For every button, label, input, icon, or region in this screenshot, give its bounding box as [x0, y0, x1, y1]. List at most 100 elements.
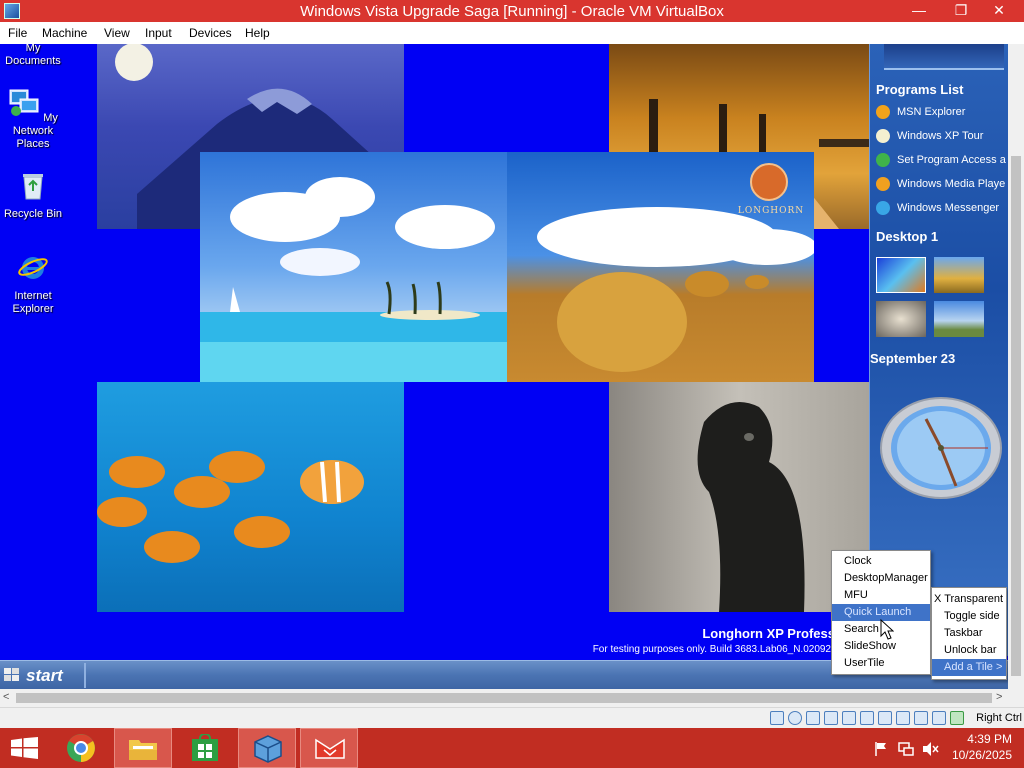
bar-menu-add-a-tile[interactable]: Add a Tile >	[932, 659, 1006, 676]
hard-disk-indicator-icon[interactable]	[770, 711, 784, 725]
set-access-icon	[876, 153, 890, 167]
menu-machine[interactable]: Machine	[42, 26, 87, 40]
longhorn-logo-text: LONGHORN	[737, 206, 805, 216]
mouse-cursor-icon	[880, 619, 894, 640]
bar-menu: X Transparent Toggle side Taskbar Unlock…	[931, 587, 1007, 680]
menu-file[interactable]: File	[8, 26, 27, 40]
clock-date: 10/26/2025	[951, 748, 1012, 762]
store-taskbar-button[interactable]	[176, 728, 234, 768]
internet-explorer-icon	[18, 257, 48, 279]
audio-indicator-icon[interactable]	[806, 711, 820, 725]
optical-drive-indicator-icon[interactable]	[788, 711, 802, 725]
horizontal-scroll-thumb[interactable]	[16, 693, 992, 703]
scroll-right-arrow-icon[interactable]: >	[996, 691, 1002, 703]
keyboard-capture-indicator-icon[interactable]	[950, 711, 964, 725]
window-title: Windows Vista Upgrade Saga [Running] - O…	[300, 3, 724, 20]
tile-menu-clock[interactable]: Clock	[832, 553, 930, 570]
messenger-icon	[876, 201, 890, 215]
desktop-thumb-4[interactable]	[934, 301, 984, 337]
menu-devices[interactable]: Devices	[189, 26, 232, 40]
restore-button[interactable]: ❐	[946, 0, 976, 22]
window-titlebar: Windows Vista Upgrade Saga [Running] - O…	[0, 0, 1024, 22]
internet-explorer-label: Internet Explorer	[12, 290, 54, 315]
dog-art	[697, 402, 805, 612]
media-player-icon	[876, 177, 890, 191]
program-msn-explorer[interactable]: MSN Explorer	[876, 105, 1008, 125]
date-header: September 23	[870, 351, 956, 366]
fish-art	[97, 451, 364, 563]
network-icon[interactable]	[898, 741, 914, 757]
bar-menu-taskbar[interactable]: Taskbar	[932, 625, 1006, 642]
desktop-thumb-3[interactable]	[876, 301, 926, 337]
program-xp-tour[interactable]: Windows XP Tour	[876, 129, 1008, 149]
usb-indicator-icon[interactable]	[842, 711, 856, 725]
minimize-button[interactable]: —	[904, 0, 934, 22]
display-indicator-icon[interactable]	[878, 711, 892, 725]
scroll-left-arrow-icon[interactable]: <	[3, 691, 9, 703]
virtualbox-taskbar-button[interactable]	[238, 728, 296, 768]
program-messenger[interactable]: Windows Messenger	[876, 201, 1008, 221]
start-label: start	[26, 666, 63, 685]
file-explorer-taskbar-button[interactable]	[114, 728, 172, 768]
start-button[interactable]: start	[0, 661, 84, 689]
chrome-taskbar-button[interactable]	[52, 728, 110, 768]
tile-menu-usertile[interactable]: UserTile	[832, 655, 930, 672]
desktop-icon-network-places[interactable]: My Network Places	[1, 86, 65, 151]
horizontal-scrollbar[interactable]: < >	[0, 689, 1008, 707]
windows-start-icon[interactable]	[11, 737, 39, 759]
desktop-thumb-1[interactable]	[876, 257, 926, 293]
system-clock[interactable]: 4:39 PM 10/26/2025	[952, 731, 1012, 763]
menu-bar: File Machine View Input Devices Help	[0, 22, 1024, 44]
xp-tour-icon	[876, 129, 890, 143]
network-indicator-icon[interactable]	[824, 711, 838, 725]
clock-tile[interactable]	[878, 394, 1006, 502]
wallpaper-hay: LONGHORN	[507, 152, 814, 382]
program-set-access[interactable]: Set Program Access a	[876, 153, 1008, 173]
bar-menu-toggle-side[interactable]: Toggle side	[932, 608, 1006, 625]
mute-icon[interactable]	[921, 741, 939, 757]
recycle-bin-label: Recycle Bin	[3, 208, 63, 220]
my-documents-icon-label: My Documents	[5, 44, 61, 67]
desktop-icon-recycle-bin[interactable]: Recycle Bin	[1, 169, 65, 221]
screenshot-tool-taskbar-button[interactable]	[300, 728, 358, 768]
vm-status-bar: Right Ctrl	[0, 707, 1024, 728]
desktop-icon-internet-explorer[interactable]: Internet Explorer	[1, 251, 65, 316]
bar-menu-unlock-bar[interactable]: Unlock bar	[932, 642, 1006, 659]
sidebar-top-tile	[884, 44, 1004, 70]
network-places-icon	[9, 89, 39, 116]
tile-menu-mfu[interactable]: MFU	[832, 587, 930, 604]
wallpaper-fish	[97, 382, 404, 612]
desktop-thumb-2[interactable]	[934, 257, 984, 293]
shared-folders-indicator-icon[interactable]	[860, 711, 874, 725]
recording-indicator-icon[interactable]	[896, 711, 910, 725]
store-icon	[192, 734, 218, 761]
menu-view[interactable]: View	[104, 26, 130, 40]
watermark-build: For testing purposes only. Build 3683.La…	[592, 644, 831, 655]
programs-list-header: Programs List	[876, 82, 964, 97]
guest-screen[interactable]: My Documents My Network Places Recycle B…	[0, 44, 1008, 689]
flag-icon[interactable]	[874, 741, 888, 757]
windows-flag-icon	[4, 668, 19, 681]
file-explorer-icon	[129, 740, 157, 760]
host-key-label: Right Ctrl	[976, 712, 1022, 724]
menu-input[interactable]: Input	[145, 26, 172, 40]
vt-x-indicator-icon[interactable]	[914, 711, 928, 725]
wallpaper-dog	[609, 382, 869, 612]
vertical-scrollbar[interactable]	[1008, 44, 1024, 689]
close-button[interactable]: ✕	[984, 0, 1014, 22]
taskbar-divider	[84, 663, 86, 688]
mouse-integration-indicator-icon[interactable]	[932, 711, 946, 725]
vertical-scroll-thumb[interactable]	[1011, 156, 1021, 676]
wallpaper-beach	[200, 152, 507, 382]
program-media-player[interactable]: Windows Media Playe	[876, 177, 1008, 197]
clock-time: 4:39 PM	[967, 732, 1012, 746]
desktop-icon-my-documents[interactable]: My Documents	[1, 44, 65, 68]
bar-menu-transparent[interactable]: X Transparent	[932, 591, 1006, 608]
tile-menu: Clock DesktopManager MFU Quick Launch Se…	[831, 550, 931, 675]
msn-explorer-icon	[876, 105, 890, 119]
menu-help[interactable]: Help	[245, 26, 270, 40]
virtualbox-taskbar-icon	[254, 735, 282, 763]
recycle-bin-icon	[23, 174, 43, 200]
tile-menu-desktopmanager[interactable]: DesktopManager	[832, 570, 930, 587]
watermark-title: Longhorn XP Profess	[702, 626, 835, 641]
